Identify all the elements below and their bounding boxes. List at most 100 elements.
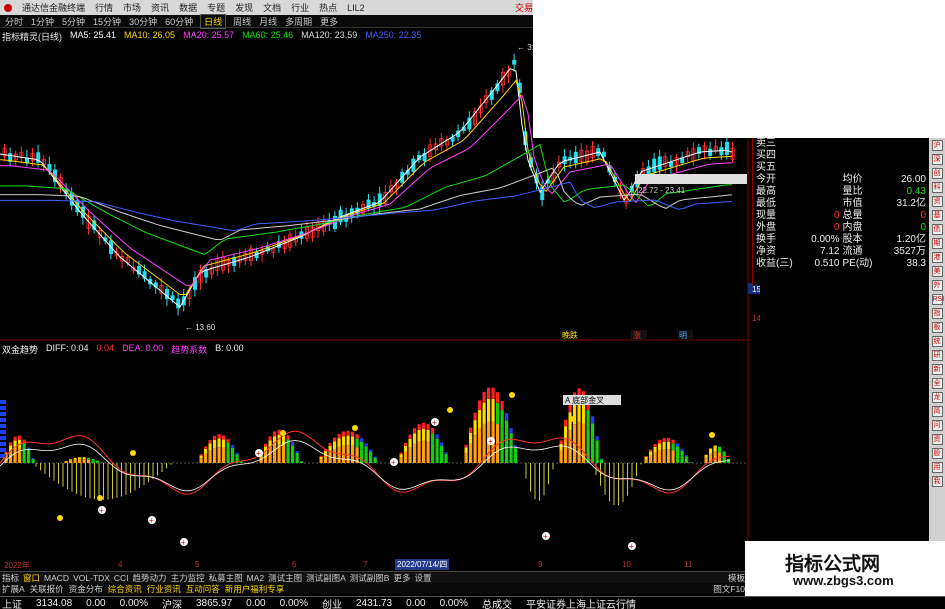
macd-bar: [222, 435, 226, 440]
toolbar-shortcut-icon[interactable]: 板: [931, 322, 943, 333]
macd-bar: [226, 442, 230, 450]
toolbar-shortcut-icon[interactable]: 港: [931, 252, 943, 263]
toolbar-shortcut-icon[interactable]: 债: [931, 224, 943, 235]
extension-tab[interactable]: 综合资讯: [108, 583, 142, 595]
status-sh-pct: 0.00%: [119, 597, 148, 609]
tab-weekly[interactable]: 周线: [232, 15, 252, 28]
toolbar-shortcut-icon[interactable]: 股: [931, 448, 943, 459]
indicator-tab[interactable]: CCI: [114, 573, 129, 583]
menu-item-docs[interactable]: 文档: [263, 1, 281, 14]
toolbar-shortcut-icon[interactable]: RSI: [931, 294, 944, 305]
menu-item-quotes[interactable]: 行情: [95, 1, 113, 14]
toolbar-shortcut-icon[interactable]: 简: [931, 406, 943, 417]
toolbar-shortcut-icon[interactable]: 科: [931, 182, 943, 193]
macd-bar: [69, 460, 73, 463]
tab-daily[interactable]: 日线: [200, 13, 227, 29]
tab-more[interactable]: 更多: [319, 15, 339, 28]
trade-link[interactable]: 交易: [515, 1, 533, 14]
blank-panel: [533, 0, 945, 138]
tab-60min[interactable]: 60分钟: [164, 15, 194, 28]
macd-bar: [662, 441, 666, 450]
toolbar-shortcut-icon[interactable]: 期: [931, 238, 943, 249]
tab-monthly[interactable]: 月线: [258, 15, 278, 28]
toolbar-shortcut-icon[interactable]: 我: [931, 476, 943, 487]
toolbar-shortcut-icon[interactable]: 沪: [931, 140, 943, 151]
macd-bar: [82, 459, 86, 463]
tab-multi-period[interactable]: 多周期: [284, 15, 313, 28]
toolbar-shortcut-icon[interactable]: 问: [931, 420, 943, 431]
indicator-tab[interactable]: MA2: [247, 573, 264, 583]
menu-item-news[interactable]: 资讯: [151, 1, 169, 14]
macd-bar: [482, 402, 486, 424]
macd-bar: [73, 458, 77, 460]
ma10-label: MA10: 26.05: [124, 30, 176, 40]
toolbar-shortcut-icon[interactable]: 龙: [931, 392, 943, 403]
indicator-tab[interactable]: 更多: [393, 572, 410, 584]
toolbar-shortcut-icon[interactable]: 资: [931, 434, 943, 445]
extension-tab[interactable]: 关联报价: [30, 583, 64, 595]
macd-chart[interactable]: 1.501.251.000.750.500.250.00-0.25-0.50-0…: [0, 340, 760, 560]
toolbar-shortcut-icon[interactable]: 创: [931, 168, 943, 179]
tab-15min[interactable]: 15分钟: [92, 15, 122, 28]
extension-tab[interactable]: 新用户福利专享: [225, 583, 285, 595]
info-key: 市值: [842, 198, 863, 209]
extension-tabs: 扩展A 关联报价 资金分布 综合资讯 行业资讯 互动问答 新用户福利专享 图文F10: [0, 583, 745, 594]
toolbar-shortcut-icon[interactable]: 新: [931, 364, 943, 375]
macd-bar: [319, 455, 323, 457]
info-cell: 现量 0: [756, 210, 843, 222]
toolbar-shortcut-icon[interactable]: 深: [931, 154, 943, 165]
macd-bar: [685, 455, 689, 457]
status-sz-label[interactable]: 沪深: [162, 596, 182, 609]
macd-bar: [337, 438, 341, 447]
macd-bar: [435, 434, 439, 439]
toolbar-shortcut-icon[interactable]: 美: [931, 266, 943, 277]
menu-item-discover[interactable]: 发现: [235, 1, 253, 14]
tab-timeshare[interactable]: 分时: [4, 15, 24, 28]
macd-bar: [333, 449, 337, 463]
menu-item-hot[interactable]: 热点: [319, 1, 337, 14]
tab-5min[interactable]: 5分钟: [61, 15, 86, 28]
macd-bar: [337, 433, 341, 439]
menu-item-industry[interactable]: 行业: [291, 1, 309, 14]
tab-30min[interactable]: 30分钟: [128, 15, 158, 28]
indicator-tab[interactable]: 测试副图A: [306, 572, 346, 584]
info-row: 今开 均价 26.00: [753, 174, 929, 186]
indicator-tab[interactable]: VOL-TDX: [73, 573, 110, 583]
toolbar-shortcut-icon[interactable]: 研: [931, 350, 943, 361]
range-label: 22.72 - 23.41: [638, 186, 686, 195]
macd-bar: [208, 443, 212, 451]
indicator-tab[interactable]: 测试副图B: [350, 572, 390, 584]
toolbar-shortcut-icon[interactable]: 外: [931, 280, 943, 291]
info-key: 股本: [842, 234, 863, 245]
extension-tab[interactable]: 扩展A: [2, 583, 25, 595]
status-cy-label[interactable]: 创业: [322, 596, 342, 609]
macd-bar: [18, 435, 22, 440]
toolbar-shortcut-icon[interactable]: 指: [931, 308, 943, 319]
menu-item-data[interactable]: 数据: [179, 1, 197, 14]
candle-body: [652, 158, 657, 173]
toolbar-shortcut-icon[interactable]: 全: [931, 378, 943, 389]
f10-button[interactable]: 图文F10: [713, 583, 745, 595]
menu-item-l2[interactable]: LIL2: [347, 3, 365, 13]
tab-1min[interactable]: 1分钟: [30, 15, 55, 28]
indicator-tab[interactable]: MACD: [44, 573, 69, 583]
extension-tab[interactable]: 互动问答: [186, 583, 220, 595]
toolbar-shortcut-icon[interactable]: 基: [931, 210, 943, 221]
macd-bar: [240, 462, 244, 463]
extension-tab[interactable]: 行业资讯: [147, 583, 181, 595]
indicator-tab[interactable]: 设置: [414, 572, 431, 584]
macd-bar: [64, 461, 68, 463]
right-toolbar: 沪深创科资基债期港美外 RSI 指板统研新全龙简问资股用我: [929, 138, 945, 590]
menu-item-market[interactable]: 市场: [123, 1, 141, 14]
toolbar-shortcut-icon[interactable]: 统: [931, 336, 943, 347]
status-sh-label[interactable]: 上证: [2, 596, 22, 609]
toolbar-shortcut-icon[interactable]: 资: [931, 196, 943, 207]
extension-tab[interactable]: 资金分布: [69, 583, 103, 595]
macd-bar: [0, 430, 6, 434]
menu-item-topics[interactable]: 专题: [207, 1, 225, 14]
toolbar-shortcut-icon[interactable]: 用: [931, 462, 943, 473]
indicator-name: 指标精灵(日线): [2, 32, 62, 42]
cross-signal-glyph: +: [629, 542, 634, 551]
app-logo-icon: [4, 3, 12, 12]
status-news[interactable]: 平安证券上海上证云行情: [526, 596, 636, 609]
